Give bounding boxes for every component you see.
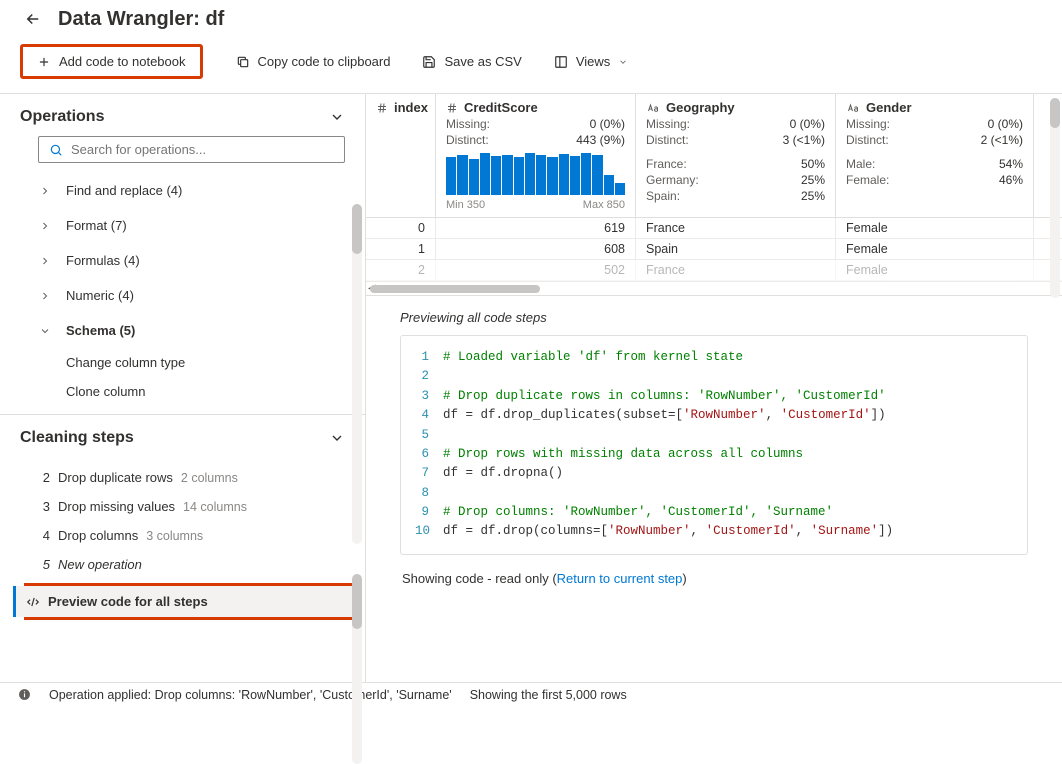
cleaning-step[interactable]: 4 Drop columns 3 columns: [34, 521, 345, 550]
chevron-right-icon: [38, 220, 52, 232]
operations-group[interactable]: Schema (5): [38, 313, 345, 348]
step-number: 4: [38, 528, 50, 543]
save-csv-label: Save as CSV: [444, 54, 521, 69]
step-label: Drop columns: [58, 528, 138, 543]
text-icon: [846, 102, 860, 114]
operations-group-label: Find and replace (4): [66, 183, 182, 198]
step-number: 3: [38, 499, 50, 514]
info-icon: [18, 688, 31, 701]
operations-group-label: Schema (5): [66, 323, 135, 338]
column-header-index[interactable]: index: [366, 94, 436, 217]
collapse-cleaning-icon[interactable]: [329, 430, 345, 446]
table-row[interactable]: 0619FranceFemale: [366, 218, 1062, 239]
operations-title: Operations: [20, 108, 104, 126]
operation-item[interactable]: Clone column: [66, 377, 345, 406]
operations-group[interactable]: Numeric (4): [38, 278, 345, 313]
back-button[interactable]: [20, 6, 46, 32]
copy-code-button[interactable]: Copy code to clipboard: [223, 48, 404, 75]
grid-horizontal-scrollbar[interactable]: ◀ ▶: [366, 281, 1062, 295]
chevron-right-icon: [38, 255, 52, 267]
cleaning-step[interactable]: 2 Drop duplicate rows 2 columns: [34, 463, 345, 492]
chevron-down-icon: [38, 325, 52, 337]
column-header-gen[interactable]: GenderMissing:0 (0%)Distinct:2 (<1%)Male…: [836, 94, 1034, 217]
plus-icon: [37, 55, 51, 69]
layout-icon: [554, 55, 568, 69]
table-row[interactable]: 1608SpainFemale: [366, 239, 1062, 260]
operations-search-box[interactable]: [38, 136, 345, 163]
collapse-operations-icon[interactable]: [329, 109, 345, 125]
operations-group[interactable]: Formulas (4): [38, 243, 345, 278]
add-code-label: Add code to notebook: [59, 54, 186, 69]
column-header-credit[interactable]: CreditScoreMissing:0 (0%)Distinct:443 (9…: [436, 94, 636, 217]
column-title: Gender: [866, 100, 912, 115]
code-preview-title: Previewing all code steps: [400, 310, 1028, 325]
code-status: Showing code - read only (Return to curr…: [400, 565, 1028, 596]
add-code-button[interactable]: Add code to notebook: [20, 44, 203, 79]
column-header-geo[interactable]: GeographyMissing:0 (0%)Distinct:3 (<1%)F…: [636, 94, 836, 217]
operations-group-label: Numeric (4): [66, 288, 134, 303]
step-label: New operation: [58, 557, 142, 572]
search-icon: [49, 143, 63, 157]
chevron-down-icon: [618, 57, 628, 67]
operations-search-input[interactable]: [71, 142, 334, 157]
step-label: Drop duplicate rows: [58, 470, 173, 485]
data-grid[interactable]: index CreditScoreMissing:0 (0%)Distinct:4…: [366, 94, 1062, 296]
cleaning-title: Cleaning steps: [20, 429, 134, 447]
views-label: Views: [576, 54, 610, 69]
cleaning-scrollbar[interactable]: [352, 574, 362, 764]
step-meta: 3 columns: [146, 529, 203, 543]
chevron-right-icon: [38, 185, 52, 197]
operation-item[interactable]: Change column type: [66, 348, 345, 377]
code-icon: [26, 595, 40, 609]
hash-icon: [446, 102, 458, 114]
views-button[interactable]: Views: [541, 48, 641, 75]
grid-vertical-scrollbar[interactable]: [1050, 98, 1060, 298]
operations-group[interactable]: Format (7): [38, 208, 345, 243]
preview-code-label: Preview code for all steps: [48, 594, 208, 609]
copy-code-label: Copy code to clipboard: [258, 54, 391, 69]
status-rows: Showing the first 5,000 rows: [470, 688, 627, 702]
operations-scrollbar[interactable]: [352, 204, 362, 544]
page-title: Data Wrangler: df: [58, 8, 224, 31]
text-icon: [646, 102, 660, 114]
cleaning-step[interactable]: 3 Drop missing values 14 columns: [34, 492, 345, 521]
table-row[interactable]: 2502FranceFemale: [366, 260, 1062, 281]
save-icon: [422, 55, 436, 69]
step-label: Drop missing values: [58, 499, 175, 514]
hash-icon: [376, 102, 388, 114]
preview-code-step[interactable]: Preview code for all steps: [13, 586, 352, 617]
step-meta: 2 columns: [181, 471, 238, 485]
operations-group-label: Format (7): [66, 218, 127, 233]
chevron-right-icon: [38, 290, 52, 302]
step-meta: 14 columns: [183, 500, 247, 514]
cleaning-step[interactable]: 5 New operation: [34, 550, 345, 579]
column-title: CreditScore: [464, 100, 538, 115]
operations-group-label: Formulas (4): [66, 253, 140, 268]
return-step-link[interactable]: Return to current step: [557, 571, 683, 586]
copy-icon: [236, 55, 250, 69]
status-message: Operation applied: Drop columns: 'RowNum…: [49, 688, 452, 702]
column-title: index: [394, 100, 428, 115]
column-title: Geography: [666, 100, 735, 115]
code-preview: 1# Loaded variable 'df' from kernel stat…: [400, 335, 1028, 555]
step-number: 2: [38, 470, 50, 485]
step-number: 5: [38, 557, 50, 572]
save-csv-button[interactable]: Save as CSV: [409, 48, 534, 75]
operations-group[interactable]: Find and replace (4): [38, 173, 345, 208]
